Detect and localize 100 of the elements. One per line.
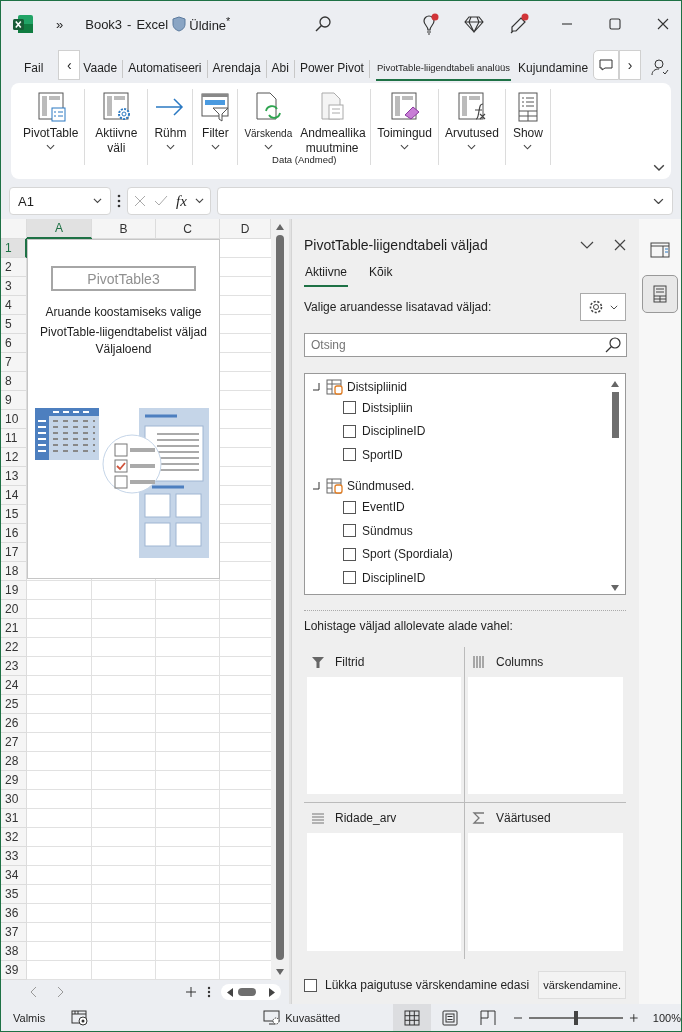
row-header[interactable]: 33 [1, 847, 27, 866]
ribbon-button[interactable]: PivotTable [19, 89, 83, 165]
row-header[interactable]: 10 [1, 410, 27, 429]
pane-options-icon[interactable] [580, 241, 594, 249]
checkbox[interactable] [343, 524, 356, 538]
diamond-icon[interactable] [464, 15, 485, 33]
scroll-up-icon[interactable] [275, 223, 285, 231]
ribbon-tab[interactable]: Power Pivot [296, 55, 367, 81]
row-header[interactable]: 4 [1, 296, 27, 315]
ribbon-tab[interactable]: Kujundamine [515, 55, 592, 81]
checkbox[interactable] [343, 500, 356, 514]
row-header[interactable]: 37 [1, 923, 27, 942]
row-header[interactable]: 25 [1, 695, 27, 714]
formula-input[interactable] [217, 187, 673, 215]
field-name[interactable]: EventID [362, 500, 405, 515]
ribbon-tab[interactable]: Arendaja [209, 55, 264, 81]
row-header[interactable]: 30 [1, 790, 27, 809]
scroll-down-icon[interactable] [610, 584, 620, 592]
collapse-icon[interactable] [311, 381, 323, 392]
scrollbar-thumb[interactable] [611, 392, 619, 438]
ribbon-tab[interactable]: Automatiseeri [125, 55, 205, 81]
row-header[interactable]: 22 [1, 638, 27, 657]
search-icon[interactable] [314, 15, 333, 33]
ribbon-scroll-right-button[interactable]: › [619, 50, 642, 80]
row-header[interactable]: 20 [1, 600, 27, 619]
row-header[interactable]: 18 [1, 562, 27, 581]
row-header[interactable]: 24 [1, 676, 27, 695]
table-name[interactable]: Distsipliinid [347, 379, 408, 394]
row-header[interactable]: 15 [1, 505, 27, 524]
row-header[interactable]: 35 [1, 885, 27, 904]
column-header[interactable]: D [220, 219, 271, 239]
field-name[interactable]: Sport (Spordiala) [362, 547, 453, 562]
checkbox[interactable] [343, 547, 356, 561]
close-icon[interactable] [656, 17, 671, 31]
lightbulb-icon[interactable] [420, 13, 441, 35]
checkbox[interactable] [343, 401, 356, 415]
row-header[interactable]: 17 [1, 543, 27, 562]
row-header[interactable]: 11 [1, 429, 27, 448]
maximize-icon[interactable] [608, 17, 623, 31]
share-person-icon[interactable] [651, 58, 670, 76]
display-settings-button[interactable]: Kuvasätted [285, 1011, 341, 1024]
ribbon-button[interactable]: Arvutused [440, 89, 503, 165]
row-header[interactable]: 3 [1, 277, 27, 296]
checkbox[interactable] [343, 424, 356, 438]
checkbox[interactable] [343, 448, 356, 462]
name-box[interactable]: A1 [9, 187, 111, 215]
row-header[interactable]: 1 [1, 239, 27, 258]
row-header[interactable]: 27 [1, 733, 27, 752]
macro-recorder-icon[interactable] [71, 1009, 90, 1026]
ribbon-button[interactable]: Rühm [150, 89, 191, 165]
insert-function-button[interactable]: fx [176, 192, 187, 210]
field-name[interactable]: SportID [362, 447, 403, 462]
ribbon-button[interactable]: Toimingud [373, 89, 436, 165]
row-header[interactable]: 29 [1, 771, 27, 790]
row-header[interactable]: 36 [1, 904, 27, 923]
update-button[interactable]: värskendamine. [538, 971, 626, 999]
scrollbar-thumb[interactable] [238, 988, 256, 996]
ribbon-tab[interactable]: Abi [268, 55, 292, 81]
ribbon-tab[interactable]: Fail [21, 55, 47, 81]
row-header[interactable]: 31 [1, 809, 27, 828]
zoom-slider-thumb[interactable] [574, 1010, 579, 1025]
close-icon[interactable] [614, 239, 626, 251]
add-sheet-icon[interactable] [185, 986, 197, 998]
field-name[interactable]: DisciplineID [362, 424, 426, 439]
checkbox[interactable] [304, 978, 317, 992]
row-header[interactable]: 5 [1, 315, 27, 334]
field-name[interactable]: Sündmus [362, 523, 413, 538]
search-field[interactable]: Otsing [304, 333, 627, 357]
scroll-down-icon[interactable] [275, 968, 285, 976]
view-button[interactable] [393, 1004, 432, 1031]
ribbon-button[interactable]: Aktiivne väli [87, 89, 146, 165]
more-options-icon[interactable] [117, 194, 121, 208]
ribbon-button[interactable]: Filter [195, 89, 236, 165]
row-header[interactable]: 12 [1, 448, 27, 467]
checkbox-label[interactable]: Lükka paigutuse värskendamine edasi [325, 978, 530, 992]
enter-check-icon[interactable] [154, 195, 168, 207]
row-header[interactable]: 7 [1, 353, 27, 372]
row-header[interactable]: 19 [1, 581, 27, 600]
scrollbar-thumb[interactable] [276, 235, 284, 960]
comment-icon[interactable] [599, 59, 614, 71]
ribbon-tab[interactable]: PivotTable-liigendtabeli analüüs [375, 55, 512, 81]
more-options-icon[interactable] [207, 986, 211, 998]
pen-icon[interactable] [508, 13, 531, 35]
row-header[interactable]: 26 [1, 714, 27, 733]
field-name[interactable]: DisciplineID [362, 570, 426, 585]
row-header[interactable]: 13 [1, 467, 27, 486]
row-header[interactable]: 23 [1, 657, 27, 676]
sensitivity-label[interactable]: Üldine$^{*}$ [189, 14, 231, 34]
field-settings-button[interactable] [580, 293, 626, 321]
row-header[interactable]: 38 [1, 942, 27, 961]
zoom-in-icon[interactable] [629, 1012, 639, 1023]
quick-access-button[interactable]: » [56, 16, 64, 32]
row-header[interactable]: 6 [1, 334, 27, 353]
scroll-up-icon[interactable] [610, 380, 620, 388]
table-name[interactable]: Sündmused. [347, 479, 415, 493]
row-header[interactable]: 14 [1, 486, 27, 505]
horizontal-scrollbar[interactable] [221, 984, 281, 1000]
row-header[interactable]: 9 [1, 391, 27, 410]
display-settings-icon[interactable] [263, 1009, 282, 1026]
pane-tab[interactable]: Aktiivne [304, 265, 349, 287]
